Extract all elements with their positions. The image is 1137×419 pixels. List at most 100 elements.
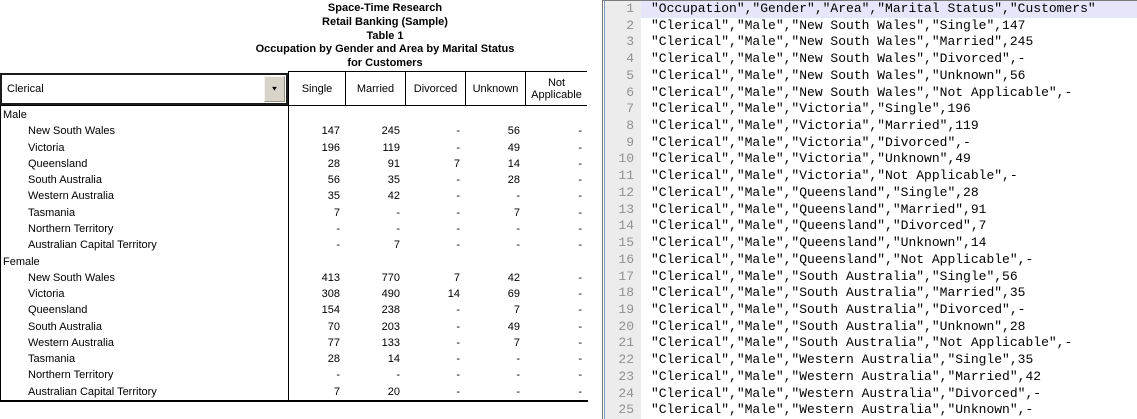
- line-text[interactable]: "Clerical","Male","New South Wales","Mar…: [641, 34, 1137, 51]
- combobox-value: Clerical: [7, 83, 44, 95]
- line-text[interactable]: "Clerical","Male","Western Australia","S…: [641, 352, 1137, 369]
- value-cell: 35: [288, 190, 345, 202]
- line-text[interactable]: "Clerical","Male","Queensland","Married"…: [641, 202, 1137, 219]
- value-cell: -: [465, 223, 525, 235]
- line-text[interactable]: "Clerical","Male","Queensland","Single",…: [641, 185, 1137, 202]
- line-text[interactable]: "Clerical","Male","Victoria","Married",1…: [641, 118, 1137, 135]
- line-text[interactable]: "Clerical","Male","Queensland","Not Appl…: [641, 252, 1137, 269]
- occupation-filter-combobox[interactable]: Clerical ▼: [0, 73, 288, 105]
- value-cell: -: [405, 142, 465, 154]
- value-cell: -: [405, 337, 465, 349]
- line-number: 23: [605, 369, 641, 386]
- report-title-line: Occupation by Gender and Area by Marital…: [170, 43, 600, 57]
- table-row: Queensland154238-7-: [0, 302, 587, 318]
- table-row: South Australia5635-28-: [0, 172, 587, 188]
- value-cell: -: [525, 386, 587, 398]
- value-cell: 147: [288, 125, 345, 137]
- line-text[interactable]: "Clerical","Male","Victoria","Single",19…: [641, 101, 1137, 118]
- line-text[interactable]: "Clerical","Male","South Australia","Not…: [641, 335, 1137, 352]
- table-row: New South Wales147245-56-: [0, 123, 587, 139]
- editor-line-current: 1"Occupation","Gender","Area","Marital S…: [605, 1, 1137, 18]
- line-text[interactable]: "Clerical","Male","Western Australia","M…: [641, 369, 1137, 386]
- line-text[interactable]: "Clerical","Male","New South Wales","Sin…: [641, 18, 1137, 35]
- combobox-dropdown-button[interactable]: ▼: [264, 76, 285, 102]
- chevron-down-icon: ▼: [271, 86, 279, 92]
- value-cell: -: [525, 239, 587, 251]
- line-number: 13: [605, 202, 641, 219]
- line-number: 11: [605, 168, 641, 185]
- line-text[interactable]: "Clerical","Male","Victoria","Divorced",…: [641, 135, 1137, 152]
- row-label: New South Wales: [0, 272, 288, 284]
- report-title-line: for Customers: [170, 57, 600, 71]
- line-number: 1: [605, 1, 641, 18]
- value-cell: -: [288, 223, 345, 235]
- group-row: Female: [0, 253, 587, 269]
- line-text[interactable]: "Clerical","Male","Victoria","Unknown",4…: [641, 151, 1137, 168]
- line-number: 10: [605, 151, 641, 168]
- report-panel: Space-Time ResearchRetail Banking (Sampl…: [0, 0, 602, 419]
- row-label: Victoria: [0, 142, 288, 154]
- line-text[interactable]: "Clerical","Male","Queensland","Divorced…: [641, 218, 1137, 235]
- value-cell: -: [345, 369, 405, 381]
- report-titles: Space-Time ResearchRetail Banking (Sampl…: [170, 2, 600, 71]
- value-cell: -: [405, 223, 465, 235]
- value-cell: 203: [345, 321, 405, 333]
- value-cell: -: [525, 125, 587, 137]
- editor-line: 10"Clerical","Male","Victoria","Unknown"…: [605, 151, 1137, 168]
- value-cell: 14: [345, 353, 405, 365]
- row-label: New South Wales: [0, 125, 288, 137]
- line-text[interactable]: "Clerical","Male","South Australia","Sin…: [641, 269, 1137, 286]
- value-cell: -: [465, 353, 525, 365]
- csv-editor-panel[interactable]: 1"Occupation","Gender","Area","Marital S…: [602, 0, 1137, 419]
- table-row: Australian Capital Territory-7---: [0, 237, 587, 253]
- value-cell: -: [345, 207, 405, 219]
- row-label: Northern Territory: [0, 223, 288, 235]
- value-cell: -: [345, 223, 405, 235]
- table-row: New South Wales413770742-: [0, 270, 587, 286]
- table-left-border: [0, 105, 1, 400]
- line-text[interactable]: "Clerical","Male","Victoria","Not Applic…: [641, 168, 1137, 185]
- table-row: Western Australia77133-7-: [0, 335, 587, 351]
- value-cell: 56: [288, 174, 345, 186]
- row-label: South Australia: [0, 174, 288, 186]
- editor-line: 25"Clerical","Male","Western Australia",…: [605, 402, 1137, 419]
- line-text[interactable]: "Clerical","Male","Western Australia","D…: [641, 386, 1137, 403]
- value-cell: 7: [405, 272, 465, 284]
- line-text[interactable]: "Occupation","Gender","Area","Marital St…: [641, 1, 1137, 18]
- line-number: 22: [605, 352, 641, 369]
- value-cell: 238: [345, 304, 405, 316]
- row-label: Queensland: [0, 158, 288, 170]
- table-row: Tasmania7--7-: [0, 205, 587, 221]
- table-row: Queensland2891714-: [0, 156, 587, 172]
- line-number: 7: [605, 101, 641, 118]
- value-cell: 770: [345, 272, 405, 284]
- line-text[interactable]: "Clerical","Male","New South Wales","Div…: [641, 51, 1137, 68]
- editor-line: 8"Clerical","Male","Victoria","Married",…: [605, 118, 1137, 135]
- editor-line: 22"Clerical","Male","Western Australia",…: [605, 352, 1137, 369]
- line-text[interactable]: "Clerical","Male","New South Wales","Unk…: [641, 68, 1137, 85]
- table-column-divider: [288, 105, 289, 400]
- value-cell: -: [525, 142, 587, 154]
- line-text[interactable]: "Clerical","Male","New South Wales","Not…: [641, 85, 1137, 102]
- row-label: Victoria: [0, 288, 288, 300]
- report-title-line: Space-Time Research: [170, 2, 600, 16]
- table-row: Tasmania2814---: [0, 351, 587, 367]
- value-cell: 20: [345, 386, 405, 398]
- line-number: 17: [605, 269, 641, 286]
- value-cell: 14: [405, 288, 465, 300]
- header-divider: [0, 105, 587, 106]
- line-number: 4: [605, 51, 641, 68]
- line-text[interactable]: "Clerical","Male","Queensland","Unknown"…: [641, 235, 1137, 252]
- line-text[interactable]: "Clerical","Male","South Australia","Div…: [641, 302, 1137, 319]
- value-cell: -: [525, 337, 587, 349]
- row-label: Northern Territory: [0, 369, 288, 381]
- value-cell: 91: [345, 158, 405, 170]
- line-text[interactable]: "Clerical","Male","Western Australia","U…: [641, 402, 1137, 419]
- editor-line: 18"Clerical","Male","South Australia","M…: [605, 285, 1137, 302]
- value-cell: 490: [345, 288, 405, 300]
- table-row: Western Australia3542---: [0, 188, 587, 204]
- row-label: Tasmania: [0, 353, 288, 365]
- line-text[interactable]: "Clerical","Male","South Australia","Unk…: [641, 319, 1137, 336]
- editor-line: 20"Clerical","Male","South Australia","U…: [605, 319, 1137, 336]
- line-text[interactable]: "Clerical","Male","South Australia","Mar…: [641, 285, 1137, 302]
